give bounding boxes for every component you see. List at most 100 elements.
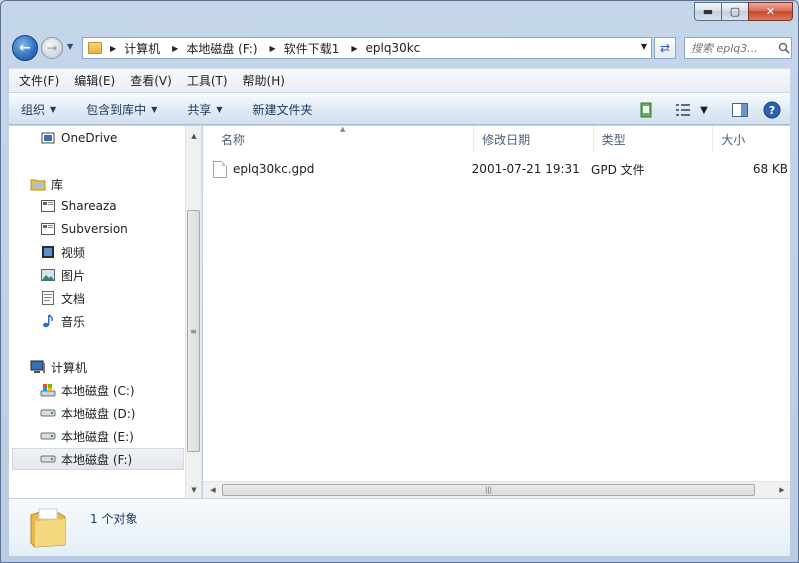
sidebar-item-label: 视频 bbox=[61, 245, 86, 260]
preview-pane-button[interactable] bbox=[730, 100, 750, 120]
refresh-button[interactable]: ⇄ bbox=[654, 37, 676, 59]
breadcrumb-separator-icon[interactable]: ▶ bbox=[351, 44, 357, 53]
sort-ascending-icon: ▲ bbox=[340, 125, 346, 133]
column-header-modified[interactable]: 修改日期 bbox=[474, 126, 594, 152]
scroll-left-icon[interactable]: ◀ bbox=[205, 482, 221, 498]
scrollbar-thumb[interactable]: ||| bbox=[222, 484, 755, 496]
menu-tools[interactable]: 工具(T) bbox=[187, 72, 228, 89]
help-button[interactable]: ? bbox=[762, 100, 782, 120]
system-drive-icon bbox=[40, 382, 56, 398]
menu-help[interactable]: 帮助(H) bbox=[243, 72, 285, 89]
sidebar-item-subversion[interactable]: Subversion bbox=[40, 218, 180, 240]
caption-buttons: ▬ ▢ ✕ bbox=[694, 2, 793, 21]
new-folder-button[interactable]: 新建文件夹 bbox=[253, 101, 313, 118]
sidebar-item-label: OneDrive bbox=[61, 131, 118, 145]
scrollbar-thumb[interactable]: ≡ bbox=[187, 210, 200, 452]
breadcrumb-item-current[interactable]: eplq30kc bbox=[365, 41, 420, 55]
picture-icon bbox=[40, 267, 56, 283]
music-icon bbox=[40, 313, 56, 329]
breadcrumb-item-downloads[interactable]: 软件下载1 bbox=[284, 40, 340, 57]
new-folder-label: 新建文件夹 bbox=[252, 102, 313, 117]
sidebar-item-documents[interactable]: 文档 bbox=[40, 287, 180, 309]
menu-file[interactable]: 文件(F) bbox=[19, 72, 59, 89]
menu-edit[interactable]: 编辑(E) bbox=[74, 72, 115, 89]
arrow-right-icon: → bbox=[46, 41, 58, 55]
table-row[interactable]: eplq30kc.gpd 2001-07-21 19:31 GPD 文件 68 … bbox=[213, 158, 790, 180]
sidebar-item-pictures[interactable]: 图片 bbox=[40, 264, 180, 286]
sidebar-item-music[interactable]: 音乐 bbox=[40, 310, 180, 332]
sidebar-item-label: 本地磁盘 (C:) bbox=[61, 383, 135, 398]
sidebar-item-drive-d[interactable]: 本地磁盘 (D:) bbox=[40, 402, 180, 424]
breadcrumb-item-computer[interactable]: 计算机 bbox=[124, 40, 160, 57]
library-folder-icon bbox=[40, 198, 56, 214]
sidebar-item-videos[interactable]: 视频 bbox=[40, 241, 180, 263]
include-in-library-button[interactable]: 包含到库中 ▼ bbox=[86, 101, 157, 118]
column-headers: ▲ 名称 修改日期 类型 大小 bbox=[203, 125, 790, 152]
search-icon[interactable] bbox=[777, 41, 791, 55]
file-list-scrollbar[interactable]: ◀ ||| ▶ bbox=[203, 481, 790, 498]
recent-pages-button[interactable]: ▼ bbox=[67, 42, 73, 51]
navigation-pane: OneDrive 库 Shareaza Subversion 视频 图片 文档 … bbox=[9, 126, 202, 498]
organize-label: 组织 bbox=[21, 102, 46, 117]
item-count: 1 个对象 bbox=[90, 512, 138, 526]
library-folder-icon bbox=[40, 221, 56, 237]
breadcrumb-separator-icon[interactable]: ▶ bbox=[270, 44, 276, 53]
sidebar-item-drive-e[interactable]: 本地磁盘 (E:) bbox=[40, 425, 180, 447]
sidebar-item-onedrive[interactable]: OneDrive bbox=[40, 127, 180, 149]
search-input[interactable] bbox=[691, 41, 777, 55]
menu-bar: 文件(F) 编辑(E) 查看(V) 工具(T) 帮助(H) bbox=[9, 68, 790, 92]
sidebar-item-label: Shareaza bbox=[61, 199, 117, 213]
sidebar-item-label: 库 bbox=[51, 177, 64, 192]
scroll-up-icon[interactable]: ▲ bbox=[186, 128, 201, 144]
sidebar-item-label: 本地磁盘 (D:) bbox=[61, 406, 136, 421]
organize-button[interactable]: 组织 ▼ bbox=[21, 101, 56, 118]
chevron-down-icon: ▼ bbox=[216, 104, 223, 114]
sidebar-item-libraries[interactable]: 库 bbox=[30, 173, 180, 195]
svg-text:?: ? bbox=[769, 104, 775, 117]
column-header-size[interactable]: 大小 bbox=[713, 126, 790, 152]
breadcrumb-separator-icon[interactable]: ▶ bbox=[172, 44, 178, 53]
change-view-button[interactable] bbox=[674, 100, 694, 120]
preview-file-icon[interactable] bbox=[636, 100, 656, 120]
share-label: 共享 bbox=[187, 102, 212, 117]
view-controls: ▼ ? bbox=[628, 100, 782, 120]
sidebar-item-label: 本地磁盘 (E:) bbox=[61, 429, 134, 444]
sidebar-item-label: 图片 bbox=[61, 268, 86, 283]
file-list-pane: ▲ 名称 修改日期 类型 大小 eplq30kc.gpd 2001-07-21 … bbox=[203, 125, 790, 498]
onedrive-icon bbox=[40, 130, 56, 146]
scroll-right-icon[interactable]: ▶ bbox=[774, 482, 790, 498]
computer-icon bbox=[30, 359, 46, 375]
close-button[interactable]: ✕ bbox=[748, 2, 793, 21]
scroll-down-icon[interactable]: ▼ bbox=[186, 482, 201, 498]
forward-button[interactable]: → bbox=[41, 37, 63, 59]
back-button[interactable]: ← bbox=[12, 35, 38, 61]
column-header-label: 修改日期 bbox=[482, 132, 531, 147]
navigation-scrollbar[interactable]: ▲ ≡ ▼ bbox=[185, 126, 201, 498]
breadcrumb-separator-icon[interactable]: ▶ bbox=[110, 44, 116, 53]
address-bar[interactable]: ▶ 计算机 ▶ 本地磁盘 (F:) ▶ 软件下载1 ▶ eplq30kc ▼ bbox=[82, 37, 652, 59]
share-button[interactable]: 共享 ▼ bbox=[187, 101, 222, 118]
column-header-type[interactable]: 类型 bbox=[594, 126, 714, 152]
menu-view[interactable]: 查看(V) bbox=[130, 72, 172, 89]
chevron-down-icon[interactable]: ▼ bbox=[694, 100, 714, 120]
sidebar-item-label: 音乐 bbox=[61, 314, 86, 329]
details-pane: 1 个对象 bbox=[9, 498, 790, 556]
sidebar-item-shareaza[interactable]: Shareaza bbox=[40, 195, 180, 217]
column-header-label: 大小 bbox=[721, 132, 746, 147]
sidebar-item-drive-c[interactable]: 本地磁盘 (C:) bbox=[40, 379, 180, 401]
video-icon bbox=[40, 244, 56, 260]
address-dropdown-icon[interactable]: ▼ bbox=[641, 42, 647, 51]
breadcrumb: ▶ 计算机 ▶ 本地磁盘 (F:) ▶ 软件下载1 ▶ eplq30kc bbox=[108, 40, 430, 57]
column-header-name[interactable]: ▲ 名称 bbox=[203, 125, 475, 152]
sidebar-item-drive-f[interactable]: 本地磁盘 (F:) bbox=[12, 448, 184, 470]
breadcrumb-item-drive-f[interactable]: 本地磁盘 (F:) bbox=[186, 40, 257, 57]
include-in-library-label: 包含到库中 bbox=[86, 102, 147, 117]
sidebar-item-computer[interactable]: 计算机 bbox=[30, 356, 180, 378]
maximize-button[interactable]: ▢ bbox=[721, 2, 748, 21]
minimize-button[interactable]: ▬ bbox=[694, 2, 721, 21]
chevron-down-icon: ▼ bbox=[151, 104, 158, 114]
arrow-left-icon: ← bbox=[19, 40, 31, 56]
drive-icon bbox=[40, 405, 56, 421]
search-box[interactable] bbox=[684, 37, 792, 59]
chevron-down-icon: ▼ bbox=[67, 42, 74, 51]
